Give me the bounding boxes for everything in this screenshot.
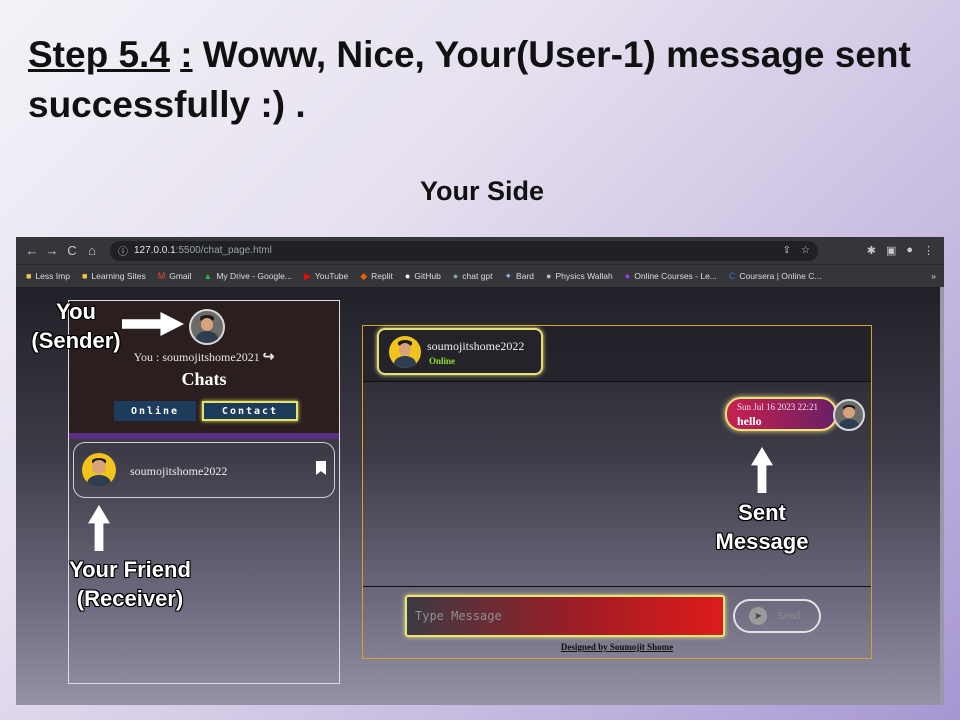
send-label: Send — [777, 610, 801, 622]
bookmark-item[interactable]: ▶ YouTube — [304, 271, 348, 282]
slide-heading: Step 5.4 : Woww, Nice, Your(User-1) mess… — [28, 30, 928, 130]
replit-icon: ◆ — [360, 270, 368, 281]
page-viewport: You : soumojitshome2021 ↪ Chats Online C… — [16, 287, 944, 705]
current-user-label: You : soumojitshome2021 — [133, 350, 260, 364]
bard-icon: ✦ — [504, 270, 513, 281]
annotation-sender-label: (Sender) — [31, 328, 121, 353]
pw-icon: ● — [546, 271, 552, 281]
section-divider — [69, 433, 339, 439]
gmail-icon: M — [157, 271, 166, 281]
bookmark-item[interactable]: ✦ Bard — [505, 271, 535, 282]
share-icon[interactable]: ⇪ — [783, 245, 791, 256]
bookmark-item[interactable]: ● Online Courses - Le... — [625, 271, 717, 281]
url-path: :5500/chat_page.html — [175, 245, 272, 256]
annotation-sent-message: Sent Message — [702, 498, 822, 556]
chat-header: soumojitshome2022 Online — [363, 326, 871, 382]
annotation-receiver: Your Friend (Receiver) — [46, 555, 214, 613]
message-timestamp: Sun Jul 16 2023 22:21 — [737, 402, 819, 412]
folder-icon: ■ — [26, 271, 32, 281]
star-icon[interactable]: ☆ — [801, 245, 810, 256]
github-icon: ● — [404, 271, 411, 281]
scrollbar[interactable] — [940, 287, 944, 705]
annotation-message: Message — [715, 529, 809, 554]
friend-avatar — [82, 453, 116, 487]
online-status: Online — [429, 356, 456, 366]
back-icon[interactable]: ← — [22, 243, 42, 258]
bookmark-item[interactable]: ● GitHub — [405, 271, 441, 281]
folder-icon: ■ — [81, 271, 88, 281]
sidepanel-icon[interactable]: ▣ — [886, 244, 896, 257]
annotation-receiver-label: (Receiver) — [76, 586, 184, 611]
sender-avatar — [833, 399, 865, 431]
extensions-icon[interactable]: ✱ — [867, 244, 876, 257]
contact-card[interactable]: soumojitshome2022 — [73, 442, 335, 498]
bookmark-item[interactable]: ■ Learning Sites — [82, 271, 146, 281]
active-contact-name: soumojitshome2022 — [427, 339, 525, 353]
tab-online[interactable]: Online — [114, 401, 196, 421]
user-avatar — [189, 309, 225, 345]
tab-contact[interactable]: Contact — [202, 401, 298, 421]
bookmark-item[interactable]: C Coursera | Online C... — [729, 271, 822, 281]
contact-avatar — [389, 336, 421, 368]
contacts-panel: You : soumojitshome2021 ↪ Chats Online C… — [68, 300, 340, 684]
profile-avatar-icon[interactable]: ● — [906, 244, 913, 257]
annotation-sent: Sent — [738, 500, 786, 525]
active-contact-card[interactable]: soumojitshome2022 Online — [377, 328, 543, 375]
annotation-sender: You (Sender) — [20, 297, 132, 355]
contact-name: soumojitshome2022 — [130, 464, 228, 478]
bookmark-item[interactable]: ■ Less Imp — [26, 271, 70, 281]
step-colon: : — [180, 34, 193, 75]
udemy-icon: ● — [624, 271, 631, 281]
bookmark-item[interactable]: ● chat gpt — [453, 271, 493, 281]
sent-message-bubble: Sun Jul 16 2023 22:21 hello — [725, 397, 837, 431]
bookmark-item[interactable]: M Gmail — [158, 271, 192, 281]
chatgpt-icon: ● — [452, 271, 459, 281]
annotation-you: You — [56, 299, 96, 324]
chat-panel: soumojitshome2022 Online Sun Jul 16 2023… — [362, 325, 872, 659]
send-icon: ➤ — [749, 607, 767, 625]
bookmarks-bar: ■ Less Imp ■ Learning Sites M Gmail ▲ My Dri… — [16, 264, 944, 287]
home-icon[interactable]: ⌂ — [82, 243, 102, 258]
coursera-icon: C — [728, 271, 736, 281]
youtube-icon: ▶ — [303, 270, 311, 281]
browser-toolbar: ← → C ⌂ ⓘ 127.0.0.1:5500/chat_page.html … — [16, 237, 944, 264]
bookmark-item[interactable]: ▲ My Drive - Google... — [203, 271, 292, 281]
message-input[interactable] — [405, 595, 725, 637]
chats-title: Chats — [181, 369, 227, 389]
send-button[interactable]: ➤ Send — [733, 599, 821, 633]
browser-window: ← → C ⌂ ⓘ 127.0.0.1:5500/chat_page.html … — [16, 237, 944, 705]
site-info-icon[interactable]: ⓘ — [118, 243, 128, 258]
url-host: 127.0.0.1 — [134, 245, 176, 256]
forward-icon[interactable]: → — [42, 243, 62, 258]
message-text: hello — [737, 414, 762, 428]
bookmark-item[interactable]: ◆ Replit — [360, 271, 393, 282]
drive-icon: ▲ — [203, 271, 213, 281]
reload-icon[interactable]: C — [62, 243, 82, 258]
side-label: Your Side — [419, 176, 545, 206]
step-label: Step 5.4 — [28, 34, 170, 75]
annotation-friend: Your Friend — [69, 557, 191, 582]
menu-icon[interactable]: ⋮ — [923, 244, 934, 257]
bookmark-icon[interactable] — [316, 461, 326, 475]
bookmarks-overflow-icon[interactable]: » — [931, 271, 944, 281]
footer-credit[interactable]: Designed by Soumojit Shome — [363, 642, 871, 652]
logout-icon[interactable]: ↪ — [263, 350, 275, 365]
address-bar[interactable]: ⓘ 127.0.0.1:5500/chat_page.html ⇪ ☆ — [110, 240, 818, 261]
bookmark-item[interactable]: ● Physics Wallah — [546, 271, 613, 281]
